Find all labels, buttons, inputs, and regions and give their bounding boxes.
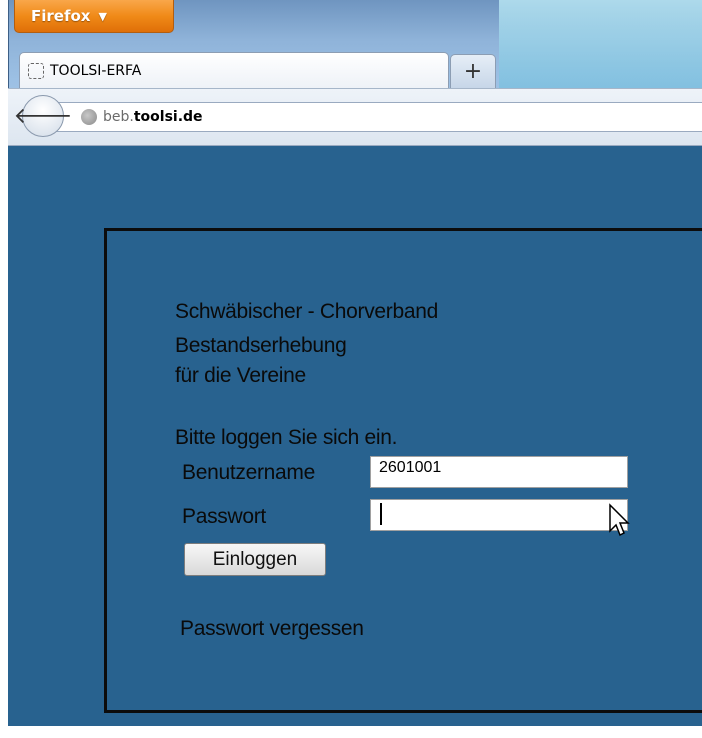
firefox-menu-button[interactable]: Firefox ▼: [14, 0, 174, 33]
back-arrow-icon: 🡐: [13, 104, 73, 129]
back-button[interactable]: 🡐: [14, 95, 73, 137]
heading-line-1: Schwäbischer - Chorverband: [175, 300, 438, 323]
login-button[interactable]: Einloggen: [184, 543, 326, 576]
text-caret: [380, 503, 382, 525]
heading-line-3: für die Vereine: [175, 364, 306, 387]
mouse-pointer-icon: [609, 503, 630, 537]
globe-icon: [81, 109, 97, 125]
url-bar[interactable]: beb. toolsi.de: [52, 102, 702, 132]
tab-toolsi-erfa[interactable]: TOOLSI-ERFA: [19, 52, 449, 88]
url-subdomain: beb.: [103, 109, 134, 125]
password-label: Passwort: [182, 505, 266, 528]
username-field[interactable]: 2601001: [370, 456, 628, 488]
password-field[interactable]: [370, 499, 628, 531]
new-tab-button[interactable]: +: [450, 54, 496, 88]
heading-line-2: Bestandserhebung: [175, 334, 347, 357]
navigation-bar: beb. toolsi.de 🡐: [8, 88, 702, 146]
plus-icon: +: [463, 59, 483, 84]
username-label: Benutzername: [182, 461, 315, 484]
window-bottom-edge: [8, 726, 702, 738]
firefox-menu-label: Firefox: [31, 7, 91, 25]
titlebar: [499, 0, 702, 90]
url-domain: toolsi.de: [133, 109, 203, 125]
tab-title: TOOLSI-ERFA: [50, 62, 142, 79]
forgot-password-link[interactable]: Passwort vergessen: [180, 617, 364, 641]
dashed-page-icon: [28, 62, 44, 79]
chevron-down-icon: ▼: [98, 9, 107, 23]
login-prompt: Bitte loggen Sie sich ein.: [175, 426, 398, 449]
